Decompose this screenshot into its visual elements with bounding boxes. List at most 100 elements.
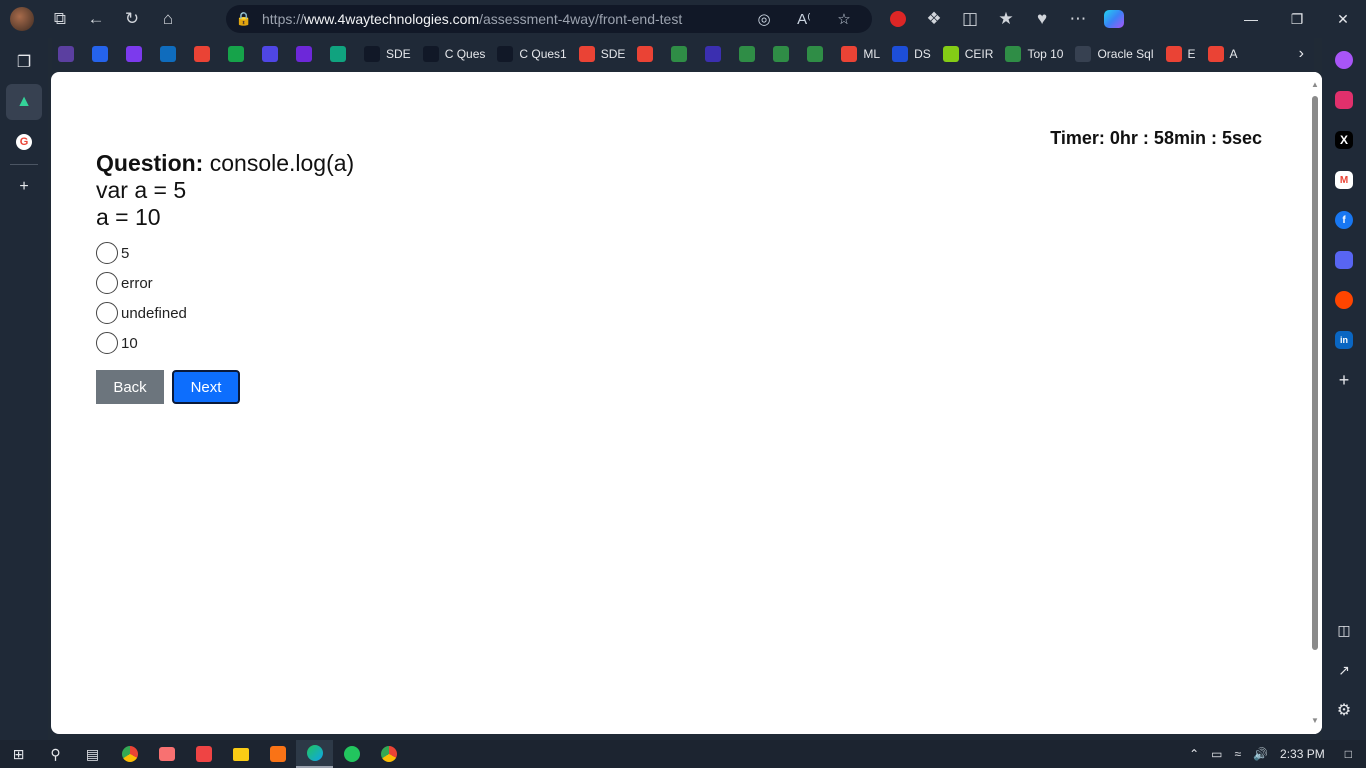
notifications-icon[interactable]: □ [1331,747,1366,761]
bookmark-item[interactable] [222,38,256,70]
scroll-up-arrow-icon[interactable]: ▲ [1310,80,1320,90]
option-label[interactable]: undefined [121,305,187,322]
extensions-puzzle-icon[interactable]: ❖ [916,0,952,38]
home-icon[interactable]: ⌂ [150,0,186,38]
sublime-text-icon[interactable] [259,740,296,768]
google-tab-icon[interactable]: G [0,124,48,160]
bookmark-item[interactable] [86,38,120,70]
location-icon[interactable]: ◎ [744,10,784,28]
bookmarks-more-chevron-icon[interactable]: › [1299,38,1304,70]
answer-option[interactable]: error [96,268,187,298]
read-aloud-icon[interactable]: A⁽ [784,10,824,28]
option-radio[interactable] [96,272,118,294]
tab-actions-icon[interactable]: ❐ [0,44,48,80]
scroll-thumb[interactable] [1312,96,1318,650]
workspaces-icon[interactable]: ⧉ [42,0,78,38]
browser-essentials-icon[interactable]: ♥ [1024,0,1060,38]
close-icon[interactable]: ✕ [1320,0,1366,38]
bookmark-item[interactable]: ML [835,38,886,70]
copilot-icon[interactable] [1096,0,1132,38]
bookmark-item[interactable] [256,38,290,70]
address-bar[interactable]: 🔒 https://www.4waytechnologies.com/asses… [226,5,872,33]
chrome-icon[interactable] [111,740,148,768]
new-tab-plus-icon[interactable]: + [0,169,48,205]
bookmark-item[interactable] [631,38,665,70]
refresh-icon[interactable]: ↻ [114,0,150,38]
bookmark-item[interactable]: A [1202,38,1244,70]
back-button[interactable]: Back [96,370,164,404]
whatsapp-icon[interactable] [333,740,370,768]
battery-icon[interactable]: ▭ [1205,747,1228,761]
answer-option[interactable]: 5 [96,238,187,268]
settings-gear-icon[interactable]: ⚙ [1322,690,1366,730]
bookmark-item[interactable]: Oracle Sql [1069,38,1159,70]
file-explorer-icon[interactable] [222,740,259,768]
option-radio[interactable] [96,332,118,354]
answer-option[interactable]: undefined [96,298,187,328]
profile-avatar[interactable] [10,7,34,31]
app-icon[interactable] [148,740,185,768]
split-screen-icon[interactable]: ◫ [952,0,988,38]
search-icon[interactable]: ⚲ [37,740,74,768]
bookmark-item[interactable] [188,38,222,70]
url-text[interactable]: https://www.4waytechnologies.com/assessm… [262,11,682,27]
favorites-icon[interactable]: ★ [988,0,1024,38]
option-radio[interactable] [96,242,118,264]
discord-icon[interactable] [1322,240,1366,280]
bookmark-item[interactable]: SDE [573,38,632,70]
bookmark-item[interactable] [290,38,324,70]
more-menu-icon[interactable]: ⋯ [1060,0,1096,38]
bookmark-item[interactable] [699,38,733,70]
hide-sidebar-icon[interactable]: ◫ [1322,610,1366,650]
option-label[interactable]: 10 [121,335,138,352]
bookmark-item[interactable]: DS [886,38,937,70]
answer-option[interactable]: 10 [96,328,187,358]
edge-browser-icon[interactable] [296,740,333,768]
back-arrow-icon[interactable]: ← [78,0,114,38]
open-external-icon[interactable]: ↗ [1322,650,1366,690]
x-twitter-icon[interactable]: X [1322,120,1366,160]
facebook-icon[interactable]: f [1322,200,1366,240]
bookmark-item[interactable] [154,38,188,70]
chrome-profile-icon[interactable] [370,740,407,768]
add-sidebar-app-icon[interactable]: + [1322,360,1366,400]
tray-chevron-up-icon[interactable]: ⌃ [1183,747,1205,761]
bookmark-item[interactable] [120,38,154,70]
bookmark-item[interactable]: SDE [358,38,417,70]
option-label[interactable]: error [121,275,153,292]
bookmark-item[interactable]: Top 10 [999,38,1069,70]
favorite-star-icon[interactable]: ☆ [824,10,864,28]
volume-icon[interactable]: 🔊 [1247,747,1274,761]
restore-icon[interactable]: ❐ [1274,0,1320,38]
bookmark-item[interactable] [324,38,358,70]
lock-icon[interactable]: 🔒 [226,11,262,27]
bookmark-label: E [1187,47,1196,61]
scroll-down-arrow-icon[interactable]: ▼ [1310,716,1320,726]
reddit-icon[interactable] [1322,280,1366,320]
task-view-icon[interactable]: ▤ [74,740,111,768]
linkedin-icon[interactable]: in [1322,320,1366,360]
option-radio[interactable] [96,302,118,324]
bookmark-item[interactable] [801,38,835,70]
wifi-icon[interactable]: ≈ [1229,747,1248,761]
clock-time[interactable]: 2:33 PM [1274,747,1331,761]
option-label[interactable]: 5 [121,245,129,262]
gmail-icon[interactable]: M [1322,160,1366,200]
instagram-icon[interactable] [1322,80,1366,120]
bookmark-item[interactable]: CEIR [937,38,1000,70]
bookmark-item[interactable] [767,38,801,70]
bookmark-item[interactable]: C Ques [417,38,492,70]
bookmark-item[interactable]: C Ques1 [491,38,572,70]
extension-hand-icon[interactable] [880,0,916,38]
bookmark-item[interactable]: E [1160,38,1202,70]
page-scrollbar[interactable]: ▲ ▼ [1308,72,1322,734]
messenger-icon[interactable] [1322,40,1366,80]
bookmark-item[interactable] [733,38,767,70]
windows-start-icon[interactable]: ⊞ [0,740,37,768]
anydesk-icon[interactable] [185,740,222,768]
minimize-icon[interactable]: — [1228,0,1274,38]
bookmark-item[interactable] [52,38,86,70]
bookmark-item[interactable] [665,38,699,70]
next-button[interactable]: Next [172,370,240,404]
active-tab-icon[interactable]: ▲ [6,84,42,120]
